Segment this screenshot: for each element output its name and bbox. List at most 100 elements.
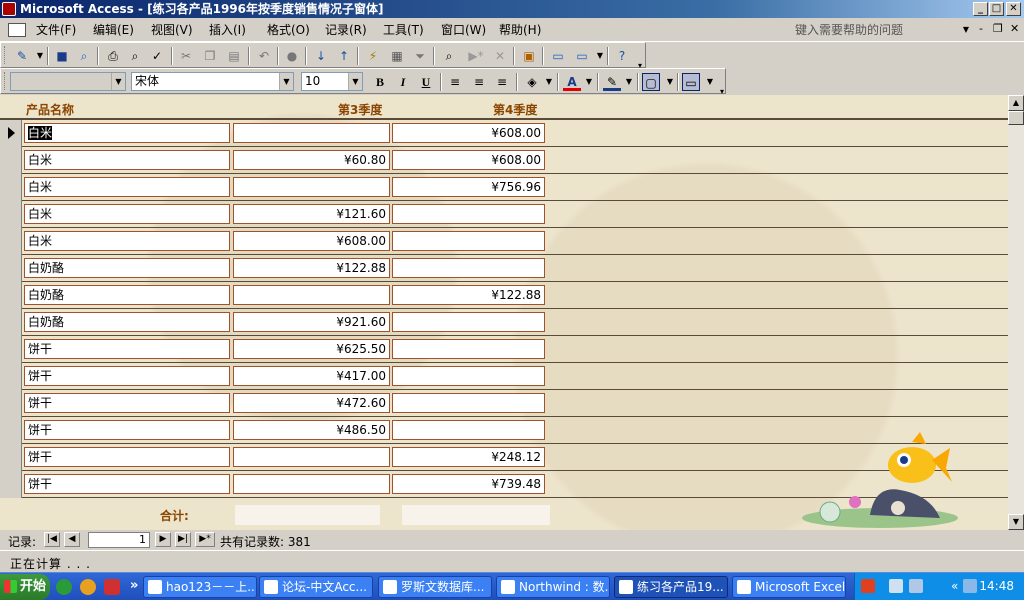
font-size-combo[interactable]: 10 ▼ (301, 72, 363, 91)
record-selector[interactable] (0, 282, 22, 309)
new-record-icon[interactable]: ▶* (467, 47, 485, 65)
product-name-field[interactable]: 白奶酪 (24, 258, 230, 278)
mdi-minimize-button[interactable]: - (979, 22, 983, 36)
q3-sales-field[interactable]: ¥121.60 (233, 204, 390, 224)
menu-file[interactable]: 文件(F) (36, 22, 76, 38)
product-name-field[interactable]: 白米 (24, 150, 230, 170)
help-icon[interactable]: ? (613, 47, 631, 65)
access-app-icon[interactable] (2, 2, 16, 16)
close-button[interactable]: ✕ (1006, 2, 1021, 16)
keyboard-tray-icon[interactable] (909, 579, 923, 593)
q3-sales-field[interactable] (233, 285, 390, 305)
font-color-icon[interactable]: A (563, 73, 581, 91)
first-record-button[interactable]: |◀ (44, 532, 60, 547)
taskbar-window-button[interactable]: hao123－－上... (143, 576, 257, 598)
align-right-icon[interactable]: ≡ (493, 73, 511, 91)
record-selector[interactable] (0, 390, 22, 417)
q3-sales-field[interactable] (233, 474, 390, 494)
q4-sales-field[interactable] (392, 231, 545, 251)
start-button[interactable]: 开始 (0, 574, 50, 600)
previous-record-button[interactable]: ◀ (64, 532, 80, 547)
copy-icon[interactable]: ❐ (201, 47, 219, 65)
total-q3-field[interactable] (235, 505, 380, 525)
apply-filter-icon[interactable]: ⏷ (411, 47, 429, 65)
q3-sales-field[interactable]: ¥417.00 (233, 366, 390, 386)
record-selector[interactable] (0, 336, 22, 363)
next-record-button[interactable]: ▶ (155, 532, 171, 547)
object-selector-combo[interactable]: ▼ (10, 72, 126, 91)
hyperlink-icon[interactable]: ● (283, 47, 301, 65)
maximize-button[interactable]: □ (989, 2, 1004, 16)
menu-insert[interactable]: 插入(I) (209, 22, 246, 38)
form-window-icon[interactable] (8, 23, 26, 37)
special-effect-icon[interactable]: ▭ (682, 73, 700, 91)
q4-sales-field[interactable] (392, 339, 545, 359)
q4-sales-field[interactable]: ¥248.12 (392, 447, 545, 467)
q3-sales-field[interactable]: ¥921.60 (233, 312, 390, 332)
q4-sales-field[interactable]: ¥122.88 (392, 285, 545, 305)
record-selector[interactable] (0, 363, 22, 390)
line-color-icon[interactable]: ✎ (603, 73, 621, 91)
align-center-icon[interactable]: ≡ (470, 73, 488, 91)
bold-button[interactable]: B (371, 73, 389, 91)
align-left-icon[interactable]: ≡ (446, 73, 464, 91)
q4-sales-field[interactable] (392, 312, 545, 332)
q3-sales-field[interactable] (233, 447, 390, 467)
taskbar-window-button[interactable]: 罗斯文数据库... (378, 576, 492, 598)
record-selector[interactable] (0, 417, 22, 444)
product-name-field[interactable]: 饼干 (24, 447, 230, 467)
q3-sales-field[interactable]: ¥60.80 (233, 150, 390, 170)
q4-sales-field[interactable] (392, 204, 545, 224)
product-name-field[interactable]: 白奶酪 (24, 285, 230, 305)
new-object-icon[interactable]: ▭ (573, 47, 591, 65)
product-name-field[interactable]: 饼干 (24, 393, 230, 413)
sort-descending-icon[interactable]: ↑ (335, 47, 353, 65)
ie-quicklaunch-icon[interactable] (56, 579, 72, 595)
q4-sales-field[interactable] (392, 393, 545, 413)
q3-sales-field[interactable]: ¥625.50 (233, 339, 390, 359)
product-name-field[interactable]: 白米 (24, 177, 230, 197)
database-window-icon[interactable]: ▭ (549, 47, 567, 65)
new-record-button[interactable]: ▶* (195, 532, 215, 547)
chevron-down-icon[interactable]: ▼ (348, 73, 362, 90)
menu-window[interactable]: 窗口(W) (441, 22, 486, 38)
q4-sales-field[interactable]: ¥756.96 (392, 177, 545, 197)
product-name-field[interactable]: 饼干 (24, 366, 230, 386)
properties-icon[interactable]: ▣ (520, 47, 538, 65)
menu-view[interactable]: 视图(V) (151, 22, 193, 38)
save-icon[interactable]: ■ (53, 47, 71, 65)
product-name-field[interactable]: 白米 (24, 231, 230, 251)
taskbar-window-button[interactable]: Northwind : 数... (496, 576, 610, 598)
chevron-down-icon[interactable]: ▼ (620, 73, 638, 91)
taskbar-window-button[interactable]: Microsoft Excel ... (732, 576, 846, 598)
taskbar-window-button[interactable]: 论坛-中文Acc... (259, 576, 373, 598)
paste-icon[interactable]: ▤ (225, 47, 243, 65)
q3-sales-field[interactable]: ¥472.60 (233, 393, 390, 413)
q3-sales-field[interactable]: ¥486.50 (233, 420, 390, 440)
q3-sales-field[interactable]: ¥122.88 (233, 258, 390, 278)
record-selector[interactable] (0, 444, 22, 471)
help-search-box[interactable]: 键入需要帮助的问题 ▼ (795, 21, 975, 39)
taskbar-window-button[interactable]: 练习各产品19... (614, 576, 728, 598)
filter-by-form-icon[interactable]: ▦ (388, 47, 406, 65)
record-selector[interactable] (0, 471, 22, 498)
tool-tray-icon[interactable] (889, 579, 903, 593)
chevron-down-icon[interactable]: ▼ (111, 73, 125, 90)
search-file-icon[interactable]: ⌕ (75, 47, 93, 65)
undo-icon[interactable]: ↶ (255, 47, 273, 65)
menu-help[interactable]: 帮助(H) (499, 22, 541, 38)
italic-button[interactable]: I (394, 73, 412, 91)
toolbar-grip[interactable] (4, 46, 7, 64)
current-record-input[interactable]: 1 (88, 532, 150, 548)
toolbar-grip[interactable] (4, 72, 7, 90)
record-selector[interactable] (0, 147, 22, 174)
record-selector[interactable] (0, 201, 22, 228)
tray-expand-icon[interactable]: « (951, 579, 958, 593)
q4-sales-field[interactable] (392, 366, 545, 386)
media-quicklaunch-icon[interactable] (80, 579, 96, 595)
record-selector[interactable] (0, 174, 22, 201)
scroll-thumb[interactable] (1008, 111, 1024, 125)
q4-sales-field[interactable] (392, 258, 545, 278)
sort-ascending-icon[interactable]: ↓ (312, 47, 330, 65)
record-selector[interactable] (0, 309, 22, 336)
